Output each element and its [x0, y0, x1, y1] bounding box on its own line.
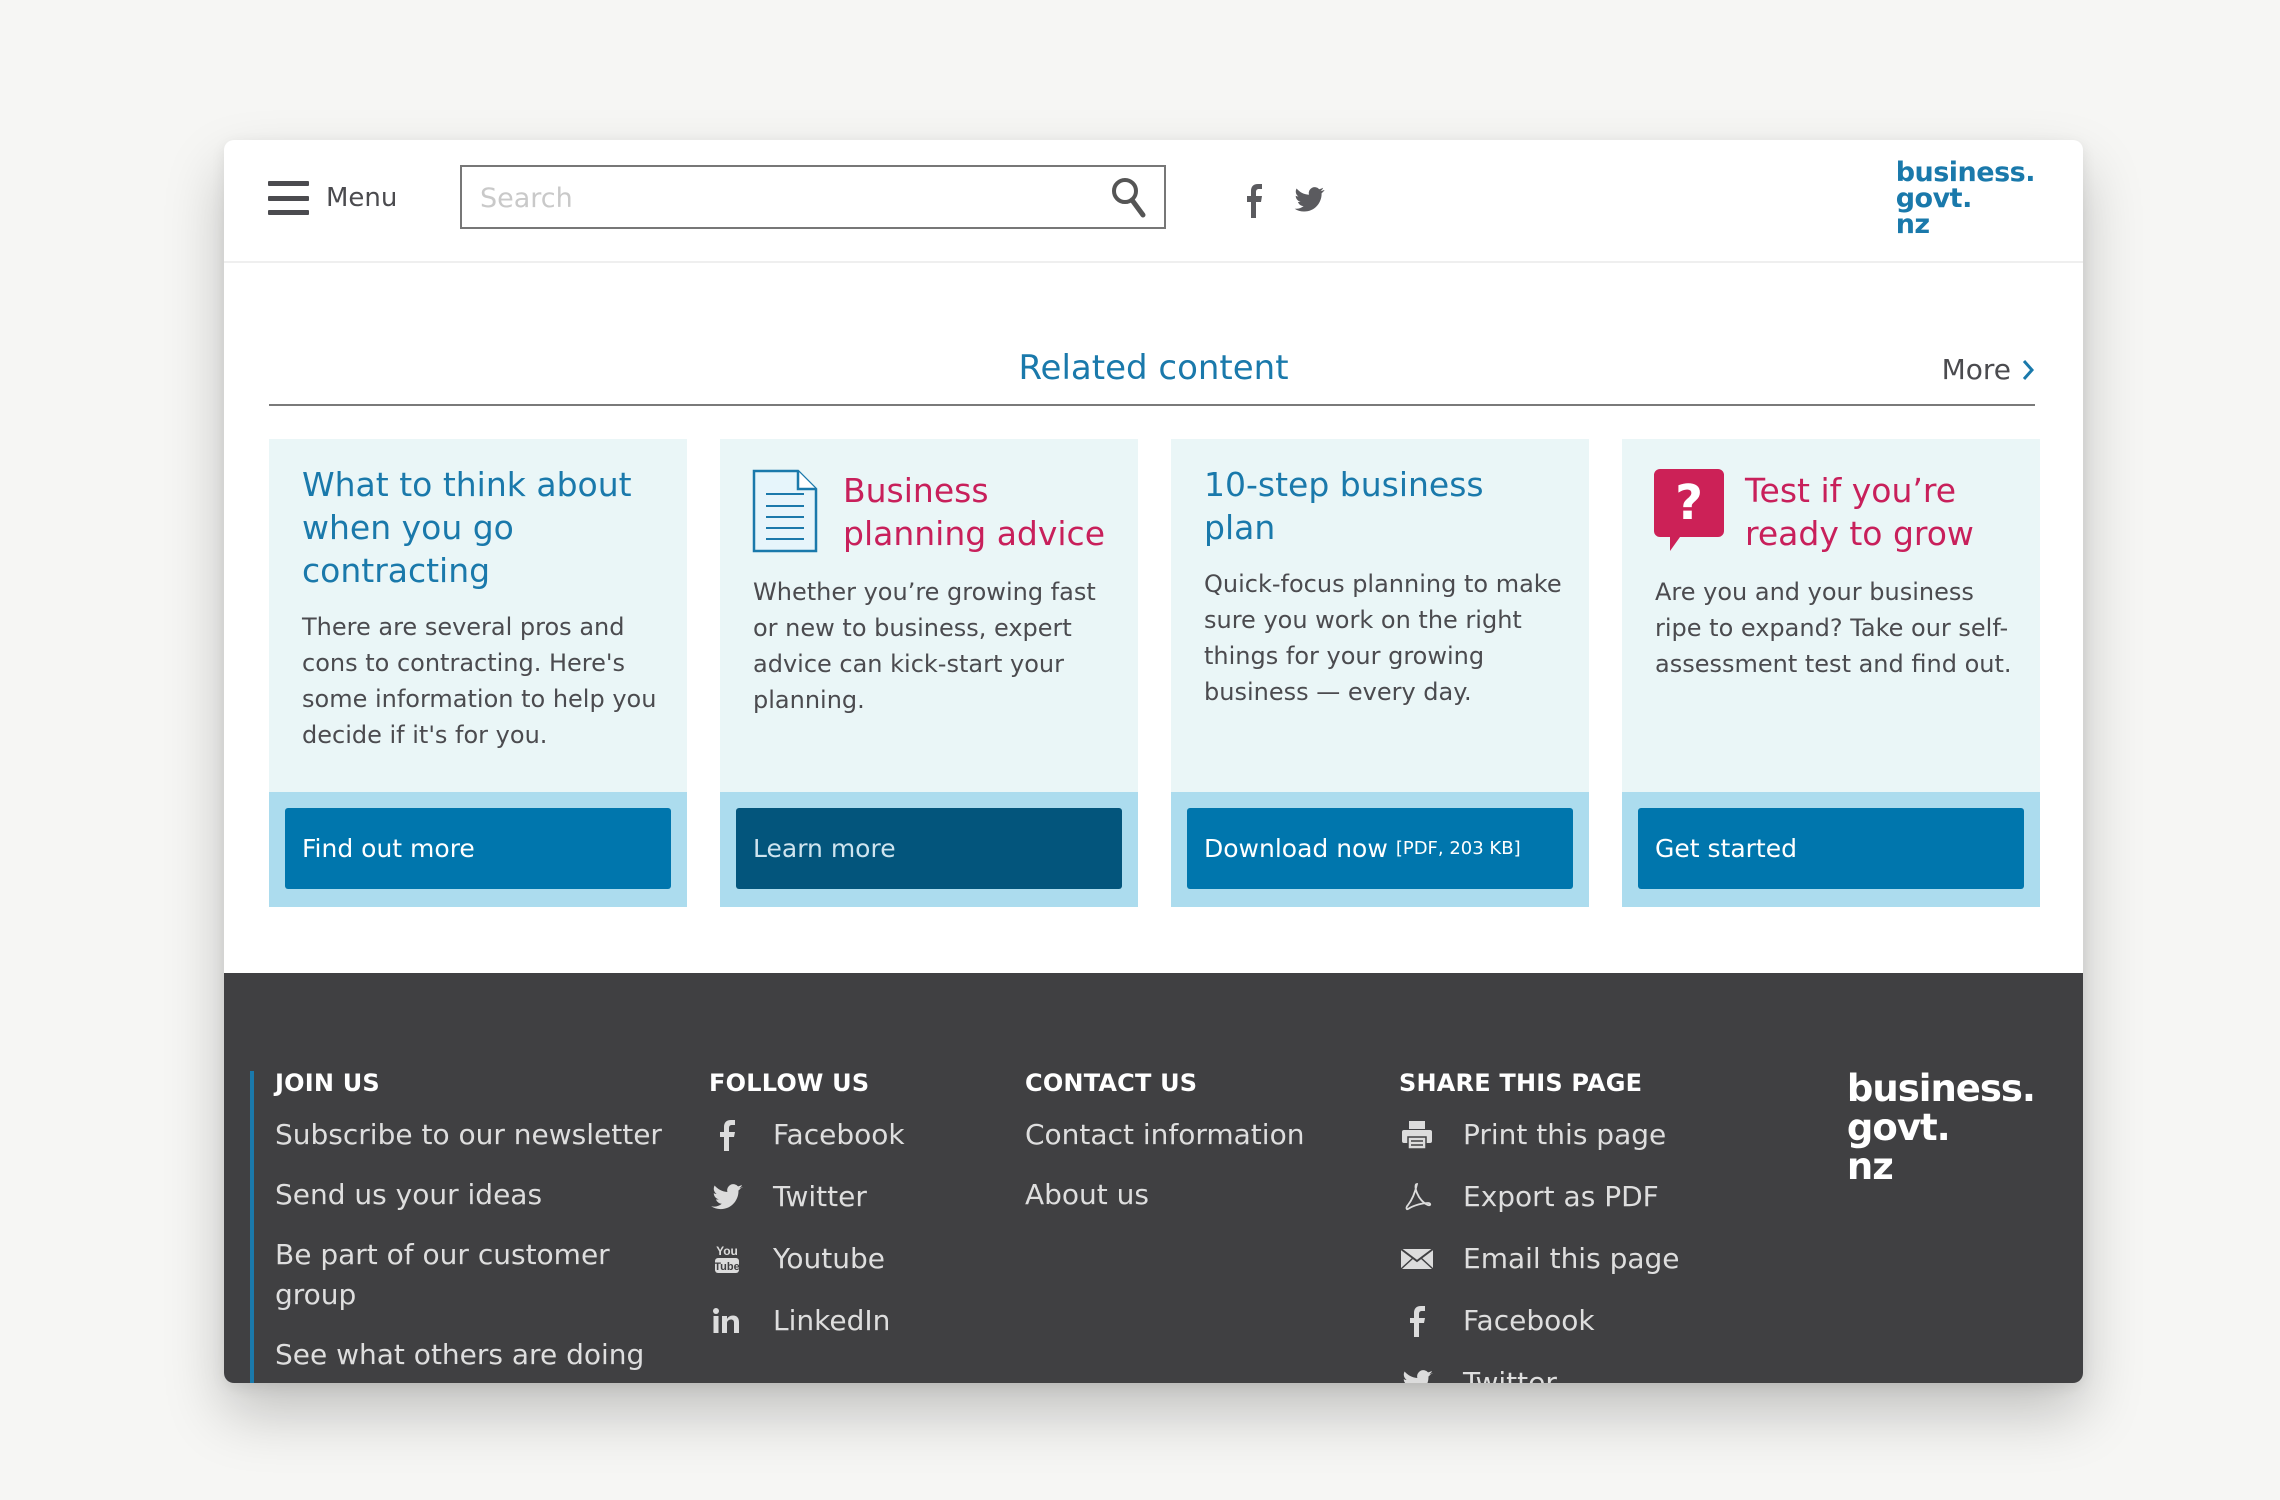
- footer-heading: CONTACT US: [1025, 1069, 1198, 1097]
- svg-text:You: You: [716, 1244, 738, 1258]
- footer-heading: JOIN US: [275, 1069, 380, 1097]
- related-card: Business planning advice Whether you’re …: [720, 439, 1138, 907]
- card-title-link[interactable]: Test if you’re ready to grow: [1745, 469, 2035, 555]
- site-footer: JOIN US Subscribe to our newsletter Send…: [224, 973, 2083, 1383]
- follow-twitter-link[interactable]: Twitter: [709, 1177, 905, 1217]
- site-header: Menu business. govt. nz: [224, 140, 2083, 263]
- related-card: 10-step business plan Quick-focus planni…: [1171, 439, 1589, 907]
- related-content-heading: Related content: [1018, 348, 1289, 388]
- document-icon: [752, 469, 818, 553]
- more-link[interactable]: More: [1942, 353, 2035, 386]
- follow-linkedin-link[interactable]: LinkedIn: [709, 1301, 905, 1341]
- card-description: There are several pros and cons to contr…: [302, 613, 657, 749]
- footer-link[interactable]: Subscribe to our newsletter: [275, 1115, 675, 1155]
- footer-logo[interactable]: business. govt. nz: [1847, 1069, 2036, 1186]
- card-description: Are you and your business ripe to expand…: [1655, 578, 2012, 678]
- export-pdf-link[interactable]: Export as PDF: [1399, 1177, 1680, 1217]
- twitter-icon: [1403, 1370, 1433, 1383]
- related-card: What to think about when you go contract…: [269, 439, 687, 907]
- youtube-icon: You Tube: [714, 1244, 740, 1273]
- card-footer: Learn more: [720, 792, 1138, 907]
- footer-link[interactable]: Be part of our customer group: [275, 1235, 635, 1315]
- search-icon: [1112, 178, 1146, 218]
- card-title-link[interactable]: 10-step business plan: [1204, 463, 1534, 549]
- footer-link[interactable]: See what others are doing: [275, 1335, 675, 1375]
- browser-window: Menu business. govt. nz: [224, 140, 2083, 1383]
- twitter-icon: [1294, 187, 1325, 212]
- share-facebook-link[interactable]: Facebook: [1399, 1301, 1680, 1341]
- card-title-link[interactable]: What to think about when you go contract…: [302, 463, 662, 592]
- print-page-link[interactable]: Print this page: [1399, 1115, 1680, 1155]
- pdf-icon: [1405, 1183, 1432, 1211]
- learn-more-button[interactable]: Learn more: [736, 808, 1122, 889]
- facebook-icon: [1410, 1306, 1425, 1337]
- footer-join-us: JOIN US Subscribe to our newsletter Send…: [275, 1069, 675, 1383]
- facebook-icon: [720, 1120, 735, 1151]
- section-divider: [269, 404, 2035, 406]
- search-button[interactable]: [1108, 175, 1152, 219]
- footer-contact-us: CONTACT US Contact information About us: [1025, 1069, 1304, 1235]
- search-box: [460, 165, 1166, 229]
- download-now-button[interactable]: Download now [PDF, 203 KB]: [1187, 808, 1573, 889]
- footer-heading: FOLLOW US: [709, 1069, 870, 1097]
- card-footer: Download now [PDF, 203 KB]: [1171, 792, 1589, 907]
- question-bubble-icon: ?: [1654, 469, 1724, 551]
- svg-text:?: ?: [1675, 475, 1703, 531]
- printer-icon: [1402, 1121, 1432, 1150]
- footer-follow-us: FOLLOW US Facebook Twitter You Tube Yout…: [709, 1069, 905, 1363]
- email-page-link[interactable]: Email this page: [1399, 1239, 1680, 1279]
- find-out-more-button[interactable]: Find out more: [285, 808, 671, 889]
- site-logo[interactable]: business. govt. nz: [1896, 159, 2036, 238]
- linkedin-icon: [713, 1308, 739, 1333]
- footer-link[interactable]: Contact information: [1025, 1115, 1304, 1155]
- get-started-button[interactable]: Get started: [1638, 808, 2024, 889]
- share-twitter-link[interactable]: Twitter: [1399, 1363, 1680, 1383]
- file-info: [PDF, 203 KB]: [1395, 838, 1521, 859]
- menu-button[interactable]: Menu: [268, 176, 397, 220]
- card-footer: Find out more: [269, 792, 687, 907]
- card-description: Whether you’re growing fast or new to bu…: [753, 578, 1096, 714]
- header-facebook-link[interactable]: [1234, 180, 1274, 220]
- search-input[interactable]: [478, 167, 1082, 229]
- hamburger-icon: [268, 181, 309, 215]
- menu-label: Menu: [326, 183, 398, 213]
- footer-heading: SHARE THIS PAGE: [1399, 1069, 1643, 1097]
- follow-youtube-link[interactable]: You Tube Youtube: [709, 1239, 905, 1279]
- email-icon: [1400, 1248, 1434, 1270]
- chevron-right-icon: [2022, 359, 2035, 380]
- related-card: ? Test if you’re ready to grow Are you a…: [1622, 439, 2040, 907]
- card-description: Quick-focus planning to make sure you wo…: [1204, 570, 1562, 706]
- twitter-icon: [711, 1184, 743, 1210]
- footer-share-page: SHARE THIS PAGE Print this page Export a…: [1399, 1069, 1680, 1383]
- header-twitter-link[interactable]: [1288, 180, 1328, 220]
- follow-facebook-link[interactable]: Facebook: [709, 1115, 905, 1155]
- card-footer: Get started: [1622, 792, 2040, 907]
- card-title-link[interactable]: Business planning advice: [843, 469, 1123, 555]
- svg-text:Tube: Tube: [714, 1261, 739, 1273]
- facebook-icon: [1247, 184, 1262, 218]
- footer-link[interactable]: About us: [1025, 1175, 1304, 1215]
- footer-link[interactable]: Send us your ideas: [275, 1175, 675, 1215]
- footer-accent-bar: [250, 1071, 254, 1383]
